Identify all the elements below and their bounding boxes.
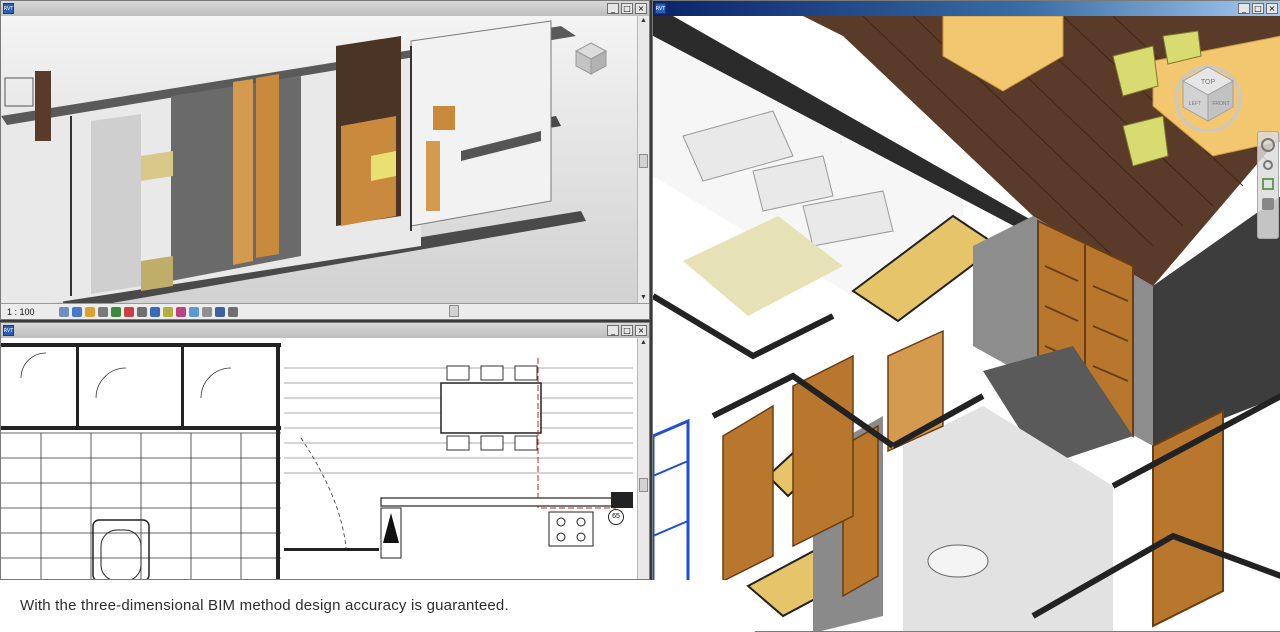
window-3d-isometric: RVT _ □ × TOP LEFT FRONT [652,0,1280,632]
vertical-scrollbar[interactable]: ▲ ▼ [637,16,649,303]
detail-level-icon[interactable] [59,306,69,317]
analytical-model-icon[interactable] [189,306,199,317]
close-button[interactable]: × [635,3,647,14]
viewcube-top-label: TOP [1201,79,1216,86]
window-floor-plan: RVT _ □ × 65 ▲ [0,322,650,580]
minimize-button[interactable]: _ [607,3,619,14]
room-tag[interactable]: 65 [608,509,624,525]
close-button[interactable]: × [1266,3,1278,14]
room-tag-number: 65 [612,513,620,520]
reveal-hidden-icon[interactable] [176,306,186,317]
sun-path-icon[interactable] [85,306,95,317]
maximize-button[interactable]: □ [621,3,633,14]
pan-icon[interactable] [1262,198,1274,210]
show-crop-icon[interactable] [137,306,147,317]
viewcube-left-label: LEFT [1189,101,1201,107]
render-icon[interactable] [111,306,121,317]
crop-view-icon[interactable] [124,306,134,317]
worksets-icon[interactable] [228,306,238,317]
zoom-icon[interactable] [1263,160,1273,170]
caption-text: With the three-dimensional BIM method de… [20,597,509,614]
scroll-up-arrow-icon[interactable]: ▲ [639,16,648,26]
navigation-bar[interactable] [1257,131,1279,239]
viewcube-icon[interactable] [571,39,611,79]
revit-app-icon: RVT [3,325,14,336]
window-3d-section: RVT _ □ × ▲ ▼ 1: 100 [0,0,650,320]
screenshot-page: RVT _ □ × ▲ ▼ 1: 100 RVT _ □ × 65 ▲ RVT… [0,0,1280,632]
scroll-up-arrow-icon[interactable]: ▲ [639,338,648,348]
highlight-displacement-icon[interactable] [202,306,212,317]
floor-plan-viewport[interactable] [1,338,650,580]
maximize-button[interactable]: □ [621,325,633,336]
window-titlebar[interactable]: RVT _ □ × [653,1,1280,16]
3d-section-viewport[interactable] [1,16,650,320]
window-titlebar[interactable]: RVT _ □ × [1,323,649,338]
unlock-view-icon[interactable] [150,306,160,317]
viewcube-front-label: FRONT [1212,101,1229,107]
close-button[interactable]: × [635,325,647,336]
viewcube-icon[interactable]: TOP LEFT FRONT [1173,61,1243,131]
shadows-icon[interactable] [98,306,108,317]
maximize-button[interactable]: □ [1252,3,1264,14]
visual-style-icon[interactable] [72,306,82,317]
horizontal-scrollbar-thumb[interactable] [449,305,459,317]
navigation-wheel-icon[interactable] [1261,138,1275,152]
orbit-icon[interactable] [1262,178,1274,190]
view-scale-label[interactable]: 1 : 100 [7,307,59,317]
scrollbar-thumb[interactable] [639,154,648,168]
revit-app-icon: RVT [655,3,666,14]
view-control-bar: 1 : 100 [1,303,649,319]
scrollbar-thumb[interactable] [639,478,648,492]
temporary-hide-icon[interactable] [163,306,173,317]
revit-app-icon: RVT [3,3,14,14]
minimize-button[interactable]: _ [1238,3,1250,14]
reveal-constraints-icon[interactable] [215,306,225,317]
window-titlebar[interactable]: RVT _ □ × [1,1,649,16]
minimize-button[interactable]: _ [607,325,619,336]
scroll-down-arrow-icon[interactable]: ▼ [639,293,648,303]
vertical-scrollbar[interactable]: ▲ [637,338,649,579]
